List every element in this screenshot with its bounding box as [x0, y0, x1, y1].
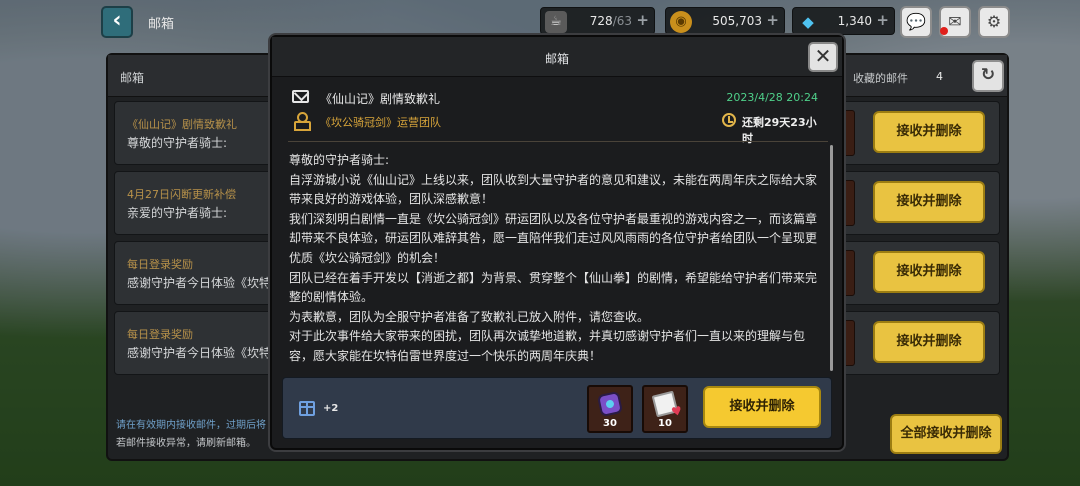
- mail-preview: 尊敬的守护者骑士:: [127, 136, 228, 150]
- extra-attachments-count: +2: [323, 403, 339, 414]
- mail-subject: 每日登录奖励: [127, 328, 193, 341]
- body-scrollbar[interactable]: [830, 145, 833, 371]
- clock-icon: [722, 113, 736, 127]
- claim-delete-button[interactable]: 接收并删除: [873, 321, 985, 363]
- close-icon: ✕: [814, 44, 832, 68]
- attachment-item[interactable]: 10: [642, 385, 688, 433]
- diamond-icon: ◆: [802, 13, 814, 31]
- mail-preview: 亲爱的守护者骑士:: [127, 206, 228, 220]
- mail-detail-dialog: 邮箱 ✕ 《仙山记》剧情致歉礼 2023/4/28 20:24 《坎公骑冠剑》运…: [270, 35, 844, 450]
- mail-subject: 4月27日闪断更新补偿: [127, 188, 236, 201]
- purple-bag-icon: [596, 390, 624, 418]
- mail-sender: 《坎公骑冠剑》运营团队: [320, 116, 441, 129]
- gift-icon: [299, 401, 315, 416]
- stamina-add-icon[interactable]: +: [636, 11, 649, 29]
- mail-subject: 《仙山记》剧情致歉礼: [320, 92, 441, 106]
- body-paragraph: 自浮游城小说《仙山记》上线以来，团队收到大量守护者的意见和建议，未能在两周年庆之…: [289, 172, 818, 207]
- favorites-label: 收藏的邮件: [853, 72, 908, 85]
- claim-delete-button[interactable]: 接收并删除: [873, 111, 985, 153]
- stamina-max: /63: [612, 14, 632, 28]
- person-icon: [294, 112, 311, 131]
- attachment-qty: 10: [658, 418, 672, 429]
- stamina-counter[interactable]: ☕ 728/63 +: [540, 7, 655, 35]
- gem-value: 1,340: [837, 14, 872, 28]
- gear-icon: ⚙: [986, 12, 1002, 31]
- mail-subject: 每日登录奖励: [127, 258, 193, 271]
- gold-coin-icon: ◉: [670, 11, 692, 33]
- refresh-icon: ↻: [980, 65, 996, 85]
- chat-button[interactable]: 💬: [900, 6, 932, 38]
- notice-line: 请在有效期内接收邮件，过期后将: [116, 420, 266, 431]
- dialog-title: 邮箱: [544, 52, 569, 66]
- body-paragraph: 团队已经在着手开发以【消逝之都】为背景、贯穿整个【仙山拳】的剧情，希望能给守护者…: [289, 270, 818, 305]
- stamina-cup-icon: ☕: [545, 11, 567, 33]
- mail-icon: ✉: [948, 12, 962, 31]
- chat-bubble-icon: 💬: [906, 12, 926, 31]
- gem-counter[interactable]: ◆ 1,340 +: [792, 7, 895, 35]
- claim-delete-button[interactable]: 接收并删除: [703, 386, 821, 428]
- attachment-qty: 30: [603, 418, 617, 429]
- gold-counter[interactable]: ◉ 505,703 +: [665, 7, 785, 35]
- gold-add-icon[interactable]: +: [766, 11, 779, 29]
- attachments-bar: +2 30 10 接收并删除: [282, 377, 832, 439]
- gold-value: 505,703: [712, 14, 762, 28]
- mail-preview: 感谢守护者今日体验《坎特伯: [127, 276, 284, 290]
- close-button[interactable]: ✕: [808, 42, 838, 72]
- top-title: 邮箱: [148, 17, 175, 32]
- letter-heart-icon: [651, 390, 679, 418]
- attachment-item[interactable]: 30: [587, 385, 633, 433]
- notification-dot: [940, 27, 948, 35]
- mail-subject: 《仙山记》剧情致歉礼: [127, 118, 237, 131]
- mail-subject-row: 《仙山记》剧情致歉礼 2023/4/28 20:24: [292, 89, 822, 107]
- body-paragraph: 尊敬的守护者骑士:: [289, 153, 390, 167]
- claim-delete-button[interactable]: 接收并删除: [873, 181, 985, 223]
- dialog-header: 邮箱 ✕: [272, 37, 842, 77]
- stamina-current: 728: [589, 14, 613, 28]
- body-paragraph: 我们深刻明白剧情一直是《坎公骑冠剑》研运团队以及各位守护者最重视的游戏内容之一，…: [289, 211, 818, 265]
- notice-line: 若邮件接收异常，请刷新邮箱。: [116, 438, 256, 449]
- mail-sender-row: 《坎公骑冠剑》运营团队 还剩29天23小时: [292, 112, 822, 145]
- settings-button[interactable]: ⚙: [978, 6, 1010, 38]
- gem-add-icon[interactable]: +: [876, 11, 889, 29]
- back-button[interactable]: ‹: [101, 6, 133, 38]
- body-paragraph: 对于此次事件给大家带来的困扰，团队再次诚挚地道歉，并真切感谢守护者们一直以来的理…: [289, 329, 806, 363]
- mail-date: 2023/4/28 20:24: [726, 91, 818, 104]
- mailbox-title: 邮箱: [120, 71, 145, 85]
- body-paragraph: 为表歉意，团队为全服守护者准备了致歉礼已放入附件，请您查收。: [289, 309, 650, 324]
- refresh-button[interactable]: ↻: [972, 60, 1004, 92]
- chevron-left-icon: ‹: [112, 8, 122, 33]
- mail-preview: 感谢守护者今日体验《坎特伯: [127, 346, 284, 360]
- mailbox-notice: 请在有效期内接收邮件，过期后将 若邮件接收异常，请刷新邮箱。: [116, 417, 266, 453]
- favorites-count: 4: [936, 70, 943, 83]
- envelope-icon: [292, 90, 309, 103]
- mail-body: 尊敬的守护者骑士: 自浮游城小说《仙山记》上线以来，团队收到大量守护者的意见和建…: [289, 151, 825, 373]
- divider: [288, 141, 828, 142]
- claim-all-button[interactable]: 全部接收并删除: [890, 414, 1002, 454]
- claim-delete-button[interactable]: 接收并删除: [873, 251, 985, 293]
